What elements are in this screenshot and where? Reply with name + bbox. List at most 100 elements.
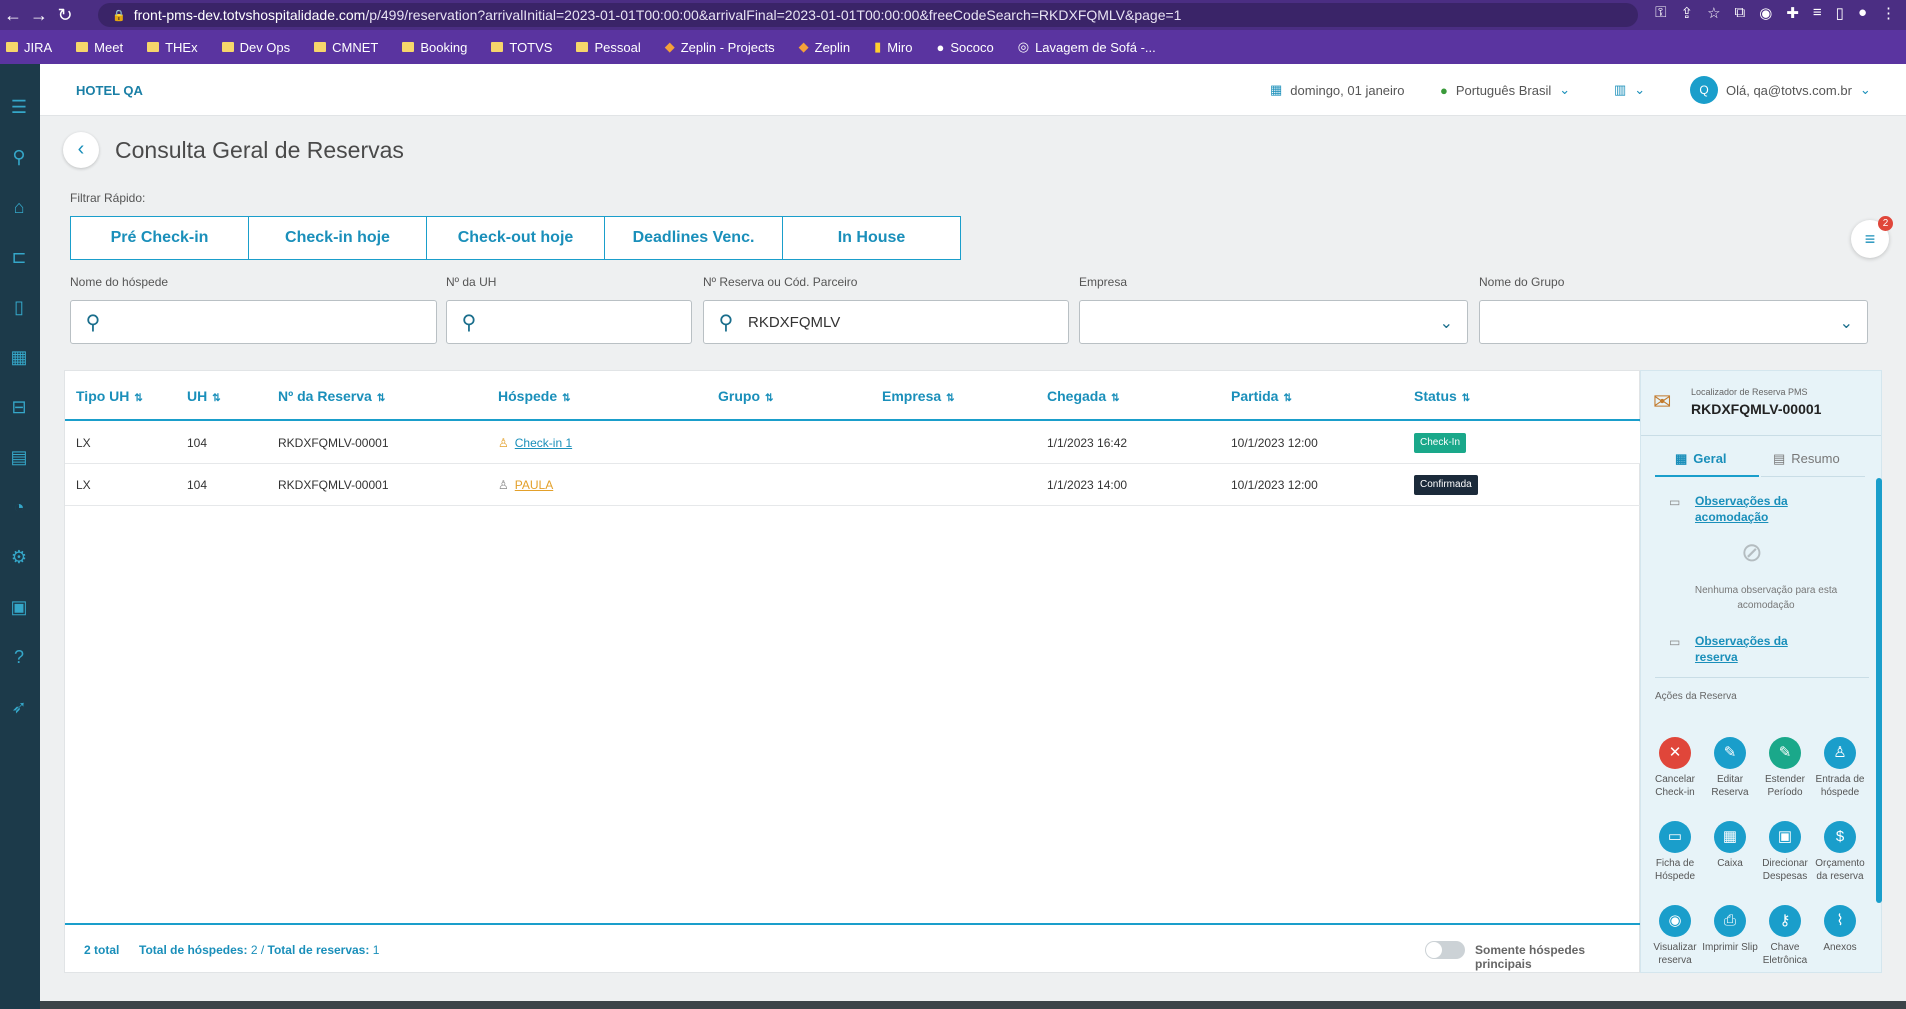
forward-arrow-icon[interactable]: → [26, 5, 52, 26]
property-select[interactable]: ▥ ⌄ [1614, 82, 1645, 98]
cashier-button[interactable]: ▦ Caixa [1702, 821, 1758, 870]
browser-toolbar: ← → ↻ 🔒 front-pms-dev.totvshospitalidade… [0, 0, 1906, 30]
attachments-button[interactable]: ⌇ Anexos [1812, 905, 1868, 954]
settings-icon[interactable]: ⚙ [8, 546, 30, 568]
edit-reservation-button[interactable]: ✎ Editar Reserva [1702, 737, 1758, 799]
reload-icon[interactable]: ↻ [52, 5, 78, 26]
print-slip-button[interactable]: ⎙ Imprimir Slip [1702, 905, 1758, 954]
guest-link[interactable]: PAULA [515, 478, 553, 492]
reservation-number-input[interactable]: ⚲ RKDXFQMLV [703, 300, 1069, 344]
document-icon[interactable]: ▤ [8, 446, 30, 468]
quick-filter-checkin-today[interactable]: Check-in hoje [248, 216, 427, 260]
main-guests-toggle[interactable] [1425, 941, 1465, 959]
back-arrow-icon[interactable]: ← [0, 5, 26, 26]
reservation-notes-link[interactable]: Observações da reserva [1695, 633, 1815, 665]
bed-icon[interactable]: ⊏ [8, 246, 30, 268]
puzzle-icon[interactable]: ✚ [1786, 4, 1799, 22]
ticket-icon: ✉ [1653, 389, 1672, 414]
bookmark[interactable]: ◎ Lavagem de Sofá -... [1018, 39, 1156, 55]
advanced-filter-button[interactable]: ≡ 2 [1851, 216, 1893, 258]
divider [1655, 677, 1869, 678]
menu-icon[interactable]: ☰ [8, 96, 30, 118]
bookmark[interactable]: ▮ Miro [874, 39, 912, 55]
bookmark[interactable]: THEx [147, 40, 198, 55]
sidebar-icon[interactable]: ▯ [1836, 4, 1844, 22]
table-row[interactable]: LX 104 RKDXFQMLV-00001 ♙ PAULA 1/1/2023 1… [65, 464, 1641, 506]
column-header-status[interactable]: Status ⇅ [1414, 388, 1470, 404]
tab-geral[interactable]: ▦ Geral [1655, 445, 1759, 477]
view-reservation-button[interactable]: ◉ Visualizar reserva [1647, 905, 1703, 967]
column-header-grupo[interactable]: Grupo ⇅ [718, 388, 773, 404]
guest-link[interactable]: Check-in 1 [515, 436, 572, 450]
bookmark[interactable]: ◆ Zeplin [799, 39, 850, 55]
column-header-tipo-uh[interactable]: Tipo UH ⇅ [76, 388, 143, 404]
menu-dots-icon[interactable]: ⋮ [1881, 4, 1896, 22]
guest-entry-button[interactable]: ♙ Entrada de hóspede [1812, 737, 1868, 799]
panel-scrollbar[interactable] [1876, 478, 1882, 903]
calendar-icon[interactable]: ▦ [8, 346, 30, 368]
quick-filter-checkout-today[interactable]: Check-out hoje [426, 216, 605, 260]
extend-period-button[interactable]: ✎ Estender Período [1757, 737, 1813, 799]
column-header-reserva[interactable]: Nº da Reserva ⇅ [278, 388, 385, 404]
chevron-down-icon: ⌄ [1439, 315, 1453, 332]
search-icon[interactable]: ⚲ [8, 146, 30, 168]
cell-uh: 104 [187, 478, 208, 492]
quick-filter-pre-checkin[interactable]: Pré Check-in [70, 216, 249, 260]
bookmark[interactable]: Meet [76, 40, 123, 55]
extension-icon[interactable]: ⧉ [1735, 4, 1746, 22]
tab-resumo[interactable]: ▤ Resumo [1761, 445, 1865, 477]
pencil-icon: ✎ [1714, 737, 1746, 769]
folder-icon [6, 42, 18, 52]
bookmark[interactable]: ◆ Zeplin - Projects [665, 39, 775, 55]
share-icon[interactable]: ⇪ [1680, 4, 1693, 22]
cancel-checkin-button[interactable]: ✕ Cancelar Check-in [1647, 737, 1703, 799]
uh-number-input[interactable]: ⚲ [446, 300, 692, 344]
guest-name-input[interactable]: ⚲ [70, 300, 437, 344]
hotel-name: HOTEL QA [76, 83, 143, 98]
quick-filter-in-house[interactable]: In House [782, 216, 961, 260]
help-icon[interactable]: ? [8, 646, 30, 668]
column-header-uh[interactable]: UH ⇅ [187, 388, 221, 404]
rocket-icon[interactable]: ➶ [8, 696, 30, 718]
bookmark[interactable]: JIRA [6, 40, 52, 55]
cell-chegada: 1/1/2023 16:42 [1047, 436, 1128, 450]
bookmark[interactable]: Dev Ops [221, 40, 290, 55]
home-icon[interactable]: ⌂ [8, 196, 30, 218]
bookmark[interactable]: Pessoal [576, 40, 641, 55]
bookmark[interactable]: CMNET [314, 40, 378, 55]
reservation-budget-button[interactable]: $ Orçamento da reserva [1812, 821, 1868, 883]
table-row[interactable]: LX 104 RKDXFQMLV-00001 ♙ Check-in 1 1/1/2… [65, 422, 1641, 464]
folder-icon [576, 42, 589, 52]
back-button[interactable]: ‹ [63, 132, 99, 168]
chart-icon[interactable]: ◔ [8, 496, 30, 518]
bookmark[interactable]: Booking [402, 40, 467, 55]
bookmark[interactable]: ● Sococo [937, 40, 994, 55]
column-header-empresa[interactable]: Empresa ⇅ [882, 388, 955, 404]
column-header-hospede[interactable]: Hóspede ⇅ [498, 388, 571, 404]
company-select[interactable]: ⌄ [1079, 300, 1468, 344]
group-name-select[interactable]: ⌄ [1479, 300, 1868, 344]
quick-filter-deadlines[interactable]: Deadlines Venc. [604, 216, 783, 260]
camera-icon[interactable]: ◉ [1759, 4, 1772, 22]
accommodation-notes-link[interactable]: Observações da acomodação [1695, 493, 1815, 525]
playlist-icon[interactable]: ≡ [1813, 4, 1822, 22]
luggage-icon[interactable]: ▯ [8, 296, 30, 318]
user-menu[interactable]: Q Olá, qa@totvs.com.br ⌄ [1690, 76, 1871, 104]
electronic-key-button[interactable]: ⚷ Chave Eletrônica [1757, 905, 1813, 967]
printer-icon: ⎙ [1714, 905, 1746, 937]
column-header-partida[interactable]: Partida ⇅ [1231, 388, 1292, 404]
profile-icon[interactable]: ● [1858, 4, 1867, 22]
room-icon[interactable]: ⊟ [8, 396, 30, 418]
grid-icon: ▦ [1675, 451, 1688, 466]
star-icon[interactable]: ☆ [1707, 4, 1720, 22]
column-header-chegada[interactable]: Chegada ⇅ [1047, 388, 1120, 404]
bookmark[interactable]: TOTVS [491, 40, 552, 55]
address-bar[interactable]: 🔒 front-pms-dev.totvshospitalidade.com /… [98, 3, 1638, 27]
key-icon[interactable]: ⚿ [1655, 4, 1666, 22]
language-select[interactable]: ● Português Brasil ⌄ [1440, 82, 1570, 98]
filter-count-badge: 2 [1878, 216, 1893, 231]
miro-icon: ▮ [874, 39, 882, 54]
report-icon[interactable]: ▣ [8, 596, 30, 618]
direct-expenses-button[interactable]: ▣ Direcionar Despesas [1757, 821, 1813, 883]
guest-record-button[interactable]: ▭ Ficha de Hóspede [1647, 821, 1703, 883]
